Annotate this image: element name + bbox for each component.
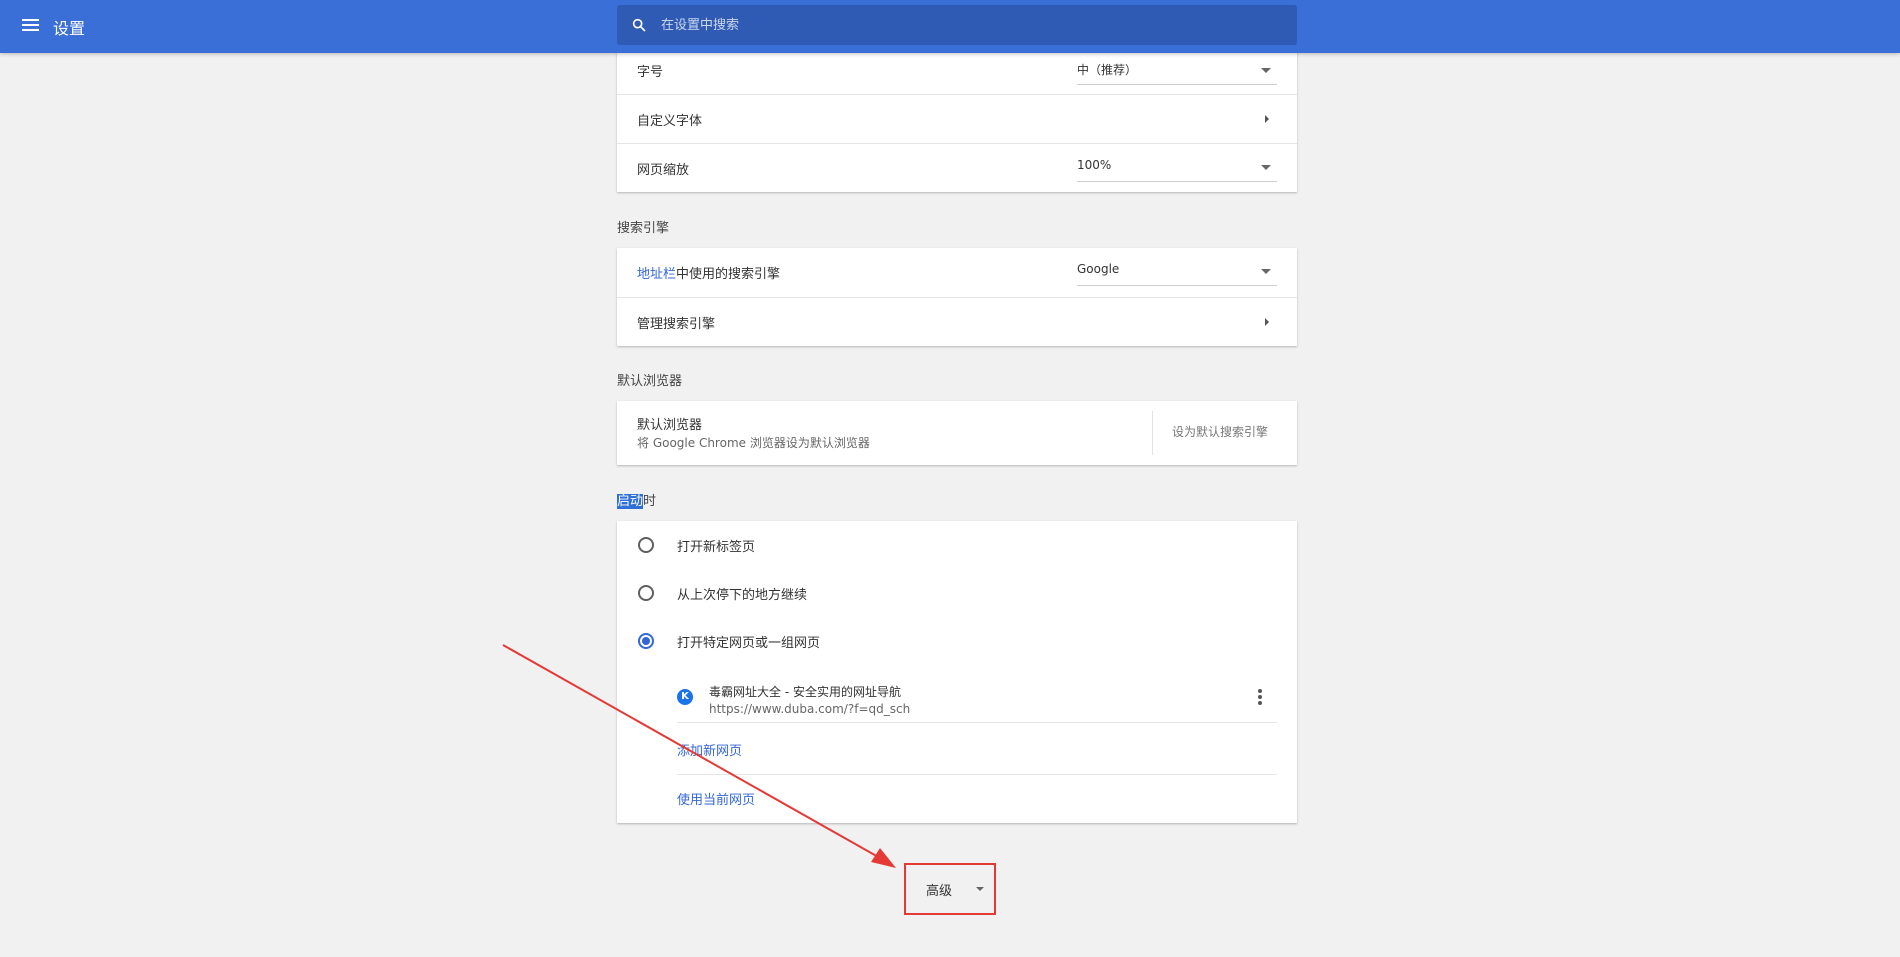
page-zoom-value: 100% bbox=[1077, 158, 1112, 172]
site-favicon-icon: K bbox=[677, 689, 693, 705]
search-engine-heading: 搜索引擎 bbox=[617, 221, 670, 236]
startup-option-label: 打开新标签页 bbox=[677, 540, 756, 555]
make-default-button[interactable]: 设为默认搜索引擎 bbox=[1172, 423, 1268, 440]
page-zoom-label: 网页缩放 bbox=[637, 163, 690, 178]
radio-button[interactable] bbox=[638, 585, 654, 601]
divider bbox=[677, 774, 1277, 775]
address-bar-engine-text: 中使用的搜索引擎 bbox=[676, 267, 781, 282]
startup-option-label: 打开特定网页或一组网页 bbox=[677, 636, 821, 651]
startup-option-specific-pages[interactable]: 打开特定网页或一组网页 bbox=[617, 617, 1297, 665]
default-browser-card: 默认浏览器 将 Google Chrome 浏览器设为默认浏览器 设为默认搜索引… bbox=[617, 401, 1297, 465]
page-title: 设置 bbox=[53, 19, 86, 38]
font-size-select[interactable]: 中（推荐） bbox=[1077, 55, 1277, 85]
add-new-page-link[interactable]: 添加新网页 bbox=[677, 740, 742, 759]
address-bar-engine-row: 地址栏中使用的搜索引擎 Google bbox=[617, 248, 1297, 297]
on-startup-card: 打开新标签页 从上次停下的地方继续 打开特定网页或一组网页 K 毒霸网址大全 -… bbox=[617, 521, 1297, 823]
advanced-button[interactable]: 高级 bbox=[904, 863, 996, 915]
search-engine-value: Google bbox=[1077, 262, 1120, 276]
page-zoom-row: 网页缩放 100% bbox=[617, 143, 1297, 192]
search-input[interactable] bbox=[661, 5, 1281, 45]
custom-fonts-row[interactable]: 自定义字体 bbox=[617, 94, 1297, 143]
caret-down-icon bbox=[1261, 269, 1271, 274]
radio-button-checked[interactable] bbox=[638, 633, 654, 649]
selected-text: 启动 bbox=[617, 494, 644, 509]
divider bbox=[1152, 411, 1153, 455]
on-startup-heading-rest: 时 bbox=[643, 494, 657, 509]
address-bar-engine-label: 地址栏中使用的搜索引擎 bbox=[637, 263, 780, 282]
search-box[interactable] bbox=[617, 5, 1297, 45]
startup-option-continue[interactable]: 从上次停下的地方继续 bbox=[617, 569, 1297, 617]
default-browser-subtitle: 将 Google Chrome 浏览器设为默认浏览器 bbox=[637, 436, 870, 450]
search-engine-card: 地址栏中使用的搜索引擎 Google 管理搜索引擎 bbox=[617, 248, 1297, 346]
search-engine-select[interactable]: Google bbox=[1077, 256, 1277, 286]
top-toolbar: 设置 bbox=[0, 0, 1900, 53]
font-size-value: 中（推荐） bbox=[1077, 63, 1138, 77]
startup-page-item: K 毒霸网址大全 - 安全实用的网址导航 https://www.duba.co… bbox=[677, 673, 1277, 723]
font-size-label: 字号 bbox=[637, 65, 664, 80]
advanced-label: 高级 bbox=[926, 884, 953, 899]
manage-search-engines-label: 管理搜索引擎 bbox=[637, 317, 716, 332]
on-startup-heading: 启动时 bbox=[617, 490, 656, 509]
search-icon bbox=[632, 18, 646, 32]
default-browser-title: 默认浏览器 bbox=[637, 418, 703, 433]
arrow-right-icon[interactable] bbox=[1265, 115, 1269, 123]
startup-page-url: https://www.duba.com/?f=qd_sch bbox=[709, 702, 911, 716]
use-current-pages-link[interactable]: 使用当前网页 bbox=[677, 789, 755, 808]
startup-option-label: 从上次停下的地方继续 bbox=[677, 588, 808, 603]
default-browser-heading: 默认浏览器 bbox=[617, 374, 683, 389]
appearance-card: 字号 中（推荐） 自定义字体 网页缩放 100% bbox=[617, 45, 1297, 192]
startup-page-title: 毒霸网址大全 - 安全实用的网址导航 bbox=[709, 685, 901, 699]
more-vert-icon[interactable] bbox=[1258, 689, 1262, 705]
radio-button[interactable] bbox=[638, 537, 654, 553]
address-bar-link[interactable]: 地址栏 bbox=[637, 267, 676, 282]
caret-down-icon bbox=[1261, 165, 1271, 170]
custom-fonts-label: 自定义字体 bbox=[637, 114, 703, 129]
caret-down-icon bbox=[976, 887, 984, 891]
arrow-right-icon[interactable] bbox=[1265, 318, 1269, 326]
menu-icon[interactable] bbox=[20, 15, 42, 37]
caret-down-icon bbox=[1261, 68, 1271, 73]
manage-search-engines-row[interactable]: 管理搜索引擎 bbox=[617, 297, 1297, 346]
startup-option-new-tab[interactable]: 打开新标签页 bbox=[617, 521, 1297, 569]
page-zoom-select[interactable]: 100% bbox=[1077, 152, 1277, 182]
